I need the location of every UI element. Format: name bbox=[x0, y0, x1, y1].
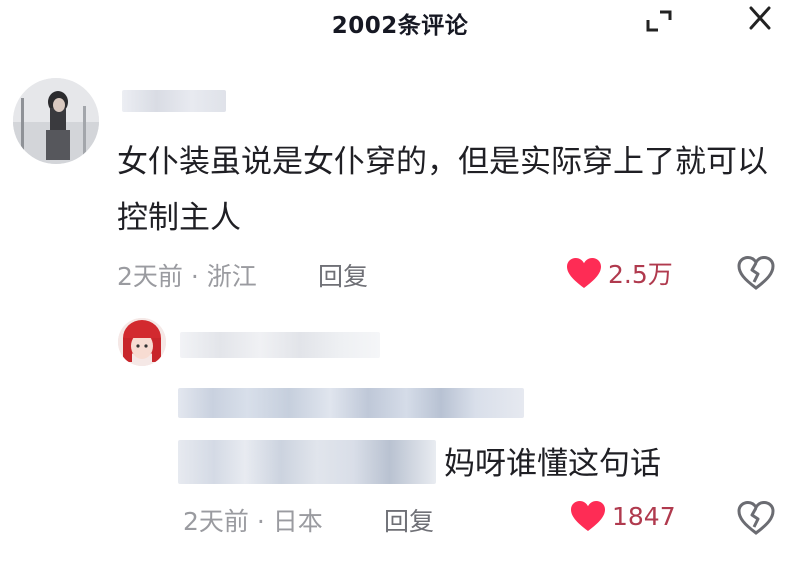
expand-icon bbox=[646, 10, 672, 32]
reply-like-button[interactable]: 1847 bbox=[570, 500, 676, 532]
heart-filled-icon bbox=[567, 258, 601, 288]
comment-count-title: 2002条评论 bbox=[331, 13, 469, 39]
reply-time-value: 2天前 bbox=[183, 507, 249, 536]
reply-reply-button[interactable]: 回复 bbox=[384, 502, 434, 538]
reply-button[interactable]: 回复 bbox=[318, 257, 368, 293]
comment-location: 浙江 bbox=[206, 262, 257, 291]
comment-time-value: 2天前 bbox=[117, 262, 183, 291]
like-button[interactable]: 2.5万 bbox=[566, 255, 673, 291]
reply-dislike-button[interactable] bbox=[736, 500, 776, 536]
reply-text: 妈呀谁懂这句话 bbox=[444, 446, 661, 482]
broken-heart-icon bbox=[737, 500, 775, 535]
comment-time: 2天前 · 浙江 bbox=[117, 262, 257, 291]
reply-time: 2天前 · 日本 bbox=[183, 507, 323, 536]
reply-location: 日本 bbox=[272, 507, 323, 536]
comment-text: 女仆装虽说是女仆穿的，但是实际穿上了就可以控制主人 bbox=[117, 144, 768, 236]
like-count: 2.5万 bbox=[608, 260, 673, 289]
reply-like-count: 1847 bbox=[612, 501, 676, 531]
close-icon bbox=[749, 6, 771, 30]
broken-heart-icon bbox=[737, 255, 775, 290]
reply-username-blurred bbox=[180, 332, 380, 358]
dislike-button[interactable] bbox=[736, 255, 776, 291]
username-blurred bbox=[122, 90, 226, 112]
heart-filled-icon bbox=[571, 501, 605, 531]
reply-text-blurred-line-2 bbox=[178, 440, 436, 484]
comments-header: 2002条评论 bbox=[0, 0, 800, 52]
commenter-avatar[interactable] bbox=[13, 78, 99, 164]
close-button[interactable] bbox=[742, 4, 778, 34]
reply-text-blurred-line-1 bbox=[178, 388, 524, 418]
expand-button[interactable] bbox=[640, 6, 676, 36]
replier-avatar[interactable] bbox=[118, 318, 166, 366]
